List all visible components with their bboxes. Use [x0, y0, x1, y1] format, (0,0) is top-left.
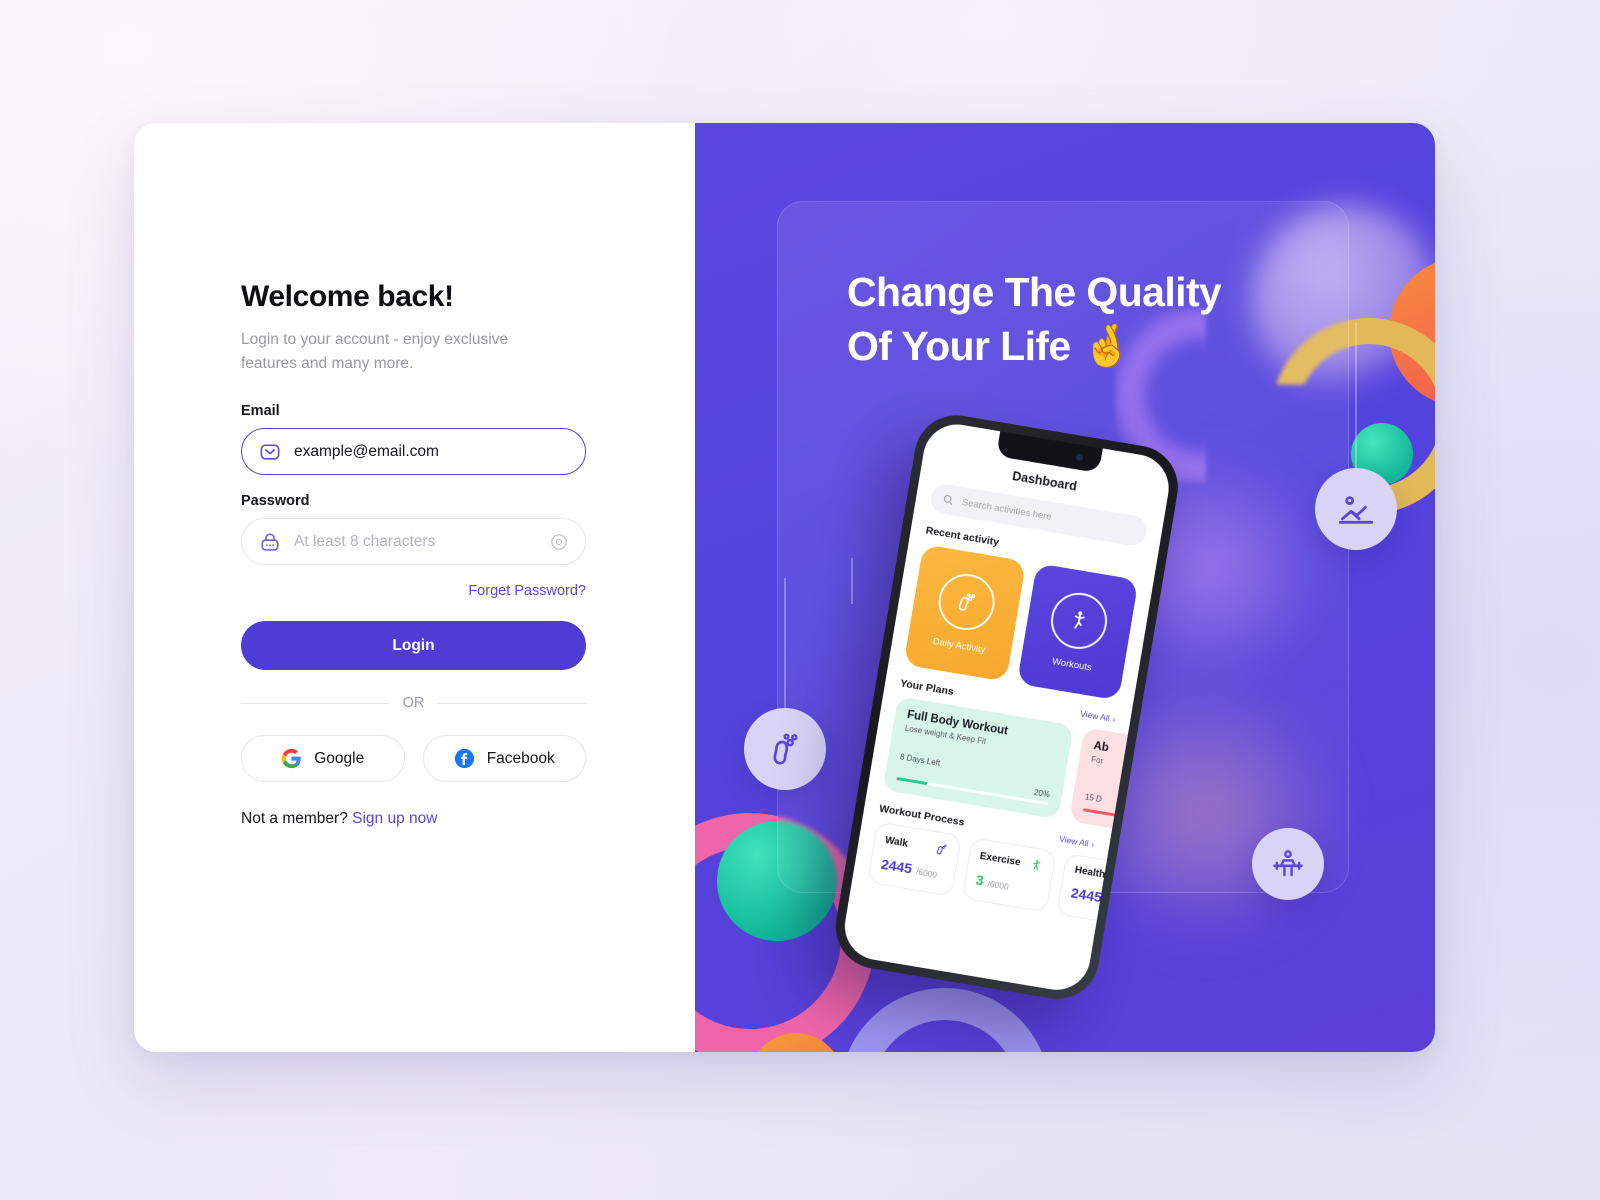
yoga-pose-icon: [1074, 611, 1085, 629]
footprint-badge: [744, 708, 826, 790]
decor-lilac-arc: [840, 988, 1050, 1052]
footprint-icon: [958, 593, 975, 611]
google-login-button[interactable]: Google: [241, 735, 405, 783]
email-input-value: example@email.com: [294, 442, 439, 460]
search-icon: [943, 495, 953, 505]
decor-orange-circle: [1389, 257, 1435, 407]
divider: OR: [241, 695, 586, 711]
page-subtitle: Login to your account - enjoy exclusive …: [241, 331, 509, 373]
bench-press-icon: [1273, 850, 1303, 877]
workouts-label: Workouts: [1051, 656, 1093, 674]
email-field[interactable]: example@email.com: [241, 428, 586, 476]
stat-card-exercise[interactable]: Exercise 3 /6000: [961, 837, 1057, 913]
divider-line-left: [241, 702, 389, 704]
stat-goal: /6000: [915, 866, 938, 880]
rowing-badge: [1315, 468, 1397, 550]
stat-value-row: 3 /6000: [974, 872, 1040, 900]
signup-row: Not a member? Sign up now: [241, 810, 586, 828]
stat-name: Walk: [884, 834, 909, 850]
stat-goal: /6000: [986, 878, 1010, 892]
forgot-password-link[interactable]: Forget Password?: [241, 583, 586, 599]
daily-activity-card[interactable]: Daily Activity: [903, 544, 1026, 682]
email-label: Email: [241, 403, 280, 420]
rowing-machine-icon: [1338, 496, 1374, 524]
stretch-figure-icon: [1033, 859, 1041, 871]
divider-label: OR: [402, 695, 425, 712]
stat-value: 2445: [879, 855, 914, 877]
eye-icon[interactable]: [549, 532, 569, 552]
stat-value: 3: [974, 871, 985, 889]
signup-link[interactable]: Sign up now: [352, 810, 437, 827]
password-label: Password: [241, 493, 310, 510]
plan-card-full-body[interactable]: Full Body Workout Lose weight & Keep Fit…: [882, 696, 1074, 820]
promo-headline: Change The Quality Of Your Life 🤞: [847, 265, 1317, 373]
phone-activity-cards: Daily Activity Workouts: [903, 544, 1139, 701]
stat-card-walk[interactable]: Walk 2445 /6000: [866, 821, 962, 897]
envelope-icon: [260, 443, 280, 460]
phone-search-placeholder: Search activities here: [961, 496, 1053, 523]
facebook-icon: [454, 748, 474, 769]
stat-header: Exercise: [979, 849, 1044, 873]
decor-tick-vertical: [851, 558, 853, 604]
badge-string-footprint: [784, 578, 786, 711]
page-title: Welcome back!: [241, 280, 454, 313]
daily-activity-label: Daily Activity: [931, 636, 987, 656]
badge-string-rowing: [1355, 323, 1357, 471]
password-input-placeholder: At least 8 characters: [294, 532, 436, 550]
bench-press-badge: [1252, 828, 1324, 900]
facebook-label: Facebook: [486, 749, 555, 767]
phone-notch: [996, 431, 1103, 474]
footprint-icon: [773, 733, 798, 765]
login-form: Welcome back! Login to your account - en…: [241, 280, 586, 828]
signup-prompt: Not a member?: [241, 810, 348, 828]
process-view-all-link[interactable]: View All ›: [1059, 834, 1096, 850]
decor-orange-circle-bottom: [749, 1033, 843, 1052]
stat-goal: [1101, 894, 1103, 904]
headline-line-1: Change The Quality: [847, 269, 1222, 315]
stat-value: 2445: [1069, 884, 1104, 906]
google-label: Google: [314, 749, 365, 767]
password-field[interactable]: At least 8 characters: [241, 518, 586, 566]
login-panel: Welcome back! Login to your account - en…: [134, 123, 695, 1052]
plans-view-all-label: View All: [1079, 708, 1111, 724]
auth-card: Welcome back! Login to your account - en…: [134, 123, 1435, 1052]
social-login-row: Google Facebook: [241, 735, 586, 783]
phone-camera: [1075, 453, 1084, 462]
workouts-card[interactable]: Workouts: [1016, 563, 1139, 701]
chevron-right-icon: ›: [1090, 839, 1096, 850]
promo-panel: Change The Quality Of Your Life 🤞 Dashbo…: [695, 123, 1435, 1052]
stat-value-row: 2445 /6000: [880, 856, 946, 884]
workouts-ring: [1047, 588, 1112, 654]
stat-header: Walk: [884, 833, 949, 857]
stat-name: Health: [1073, 864, 1106, 881]
headline-line-2: Of Your Life: [847, 323, 1071, 370]
divider-line-right: [438, 702, 586, 704]
login-button[interactable]: Login: [241, 621, 586, 671]
chevron-right-icon: ›: [1111, 713, 1117, 725]
plan-progress-fill: [1082, 807, 1117, 817]
plans-view-all-link[interactable]: View All ›: [1079, 708, 1116, 724]
process-view-all-label: View All: [1058, 833, 1090, 849]
crossed-fingers-emoji: 🤞: [1081, 323, 1132, 370]
phone-plans-label: Your Plans: [899, 677, 955, 699]
footprint-icon: [936, 844, 947, 855]
lock-icon: [261, 532, 279, 551]
daily-activity-ring: [934, 569, 999, 635]
stat-name: Exercise: [978, 850, 1022, 868]
google-icon: [282, 748, 301, 769]
facebook-login-button[interactable]: Facebook: [422, 735, 586, 783]
